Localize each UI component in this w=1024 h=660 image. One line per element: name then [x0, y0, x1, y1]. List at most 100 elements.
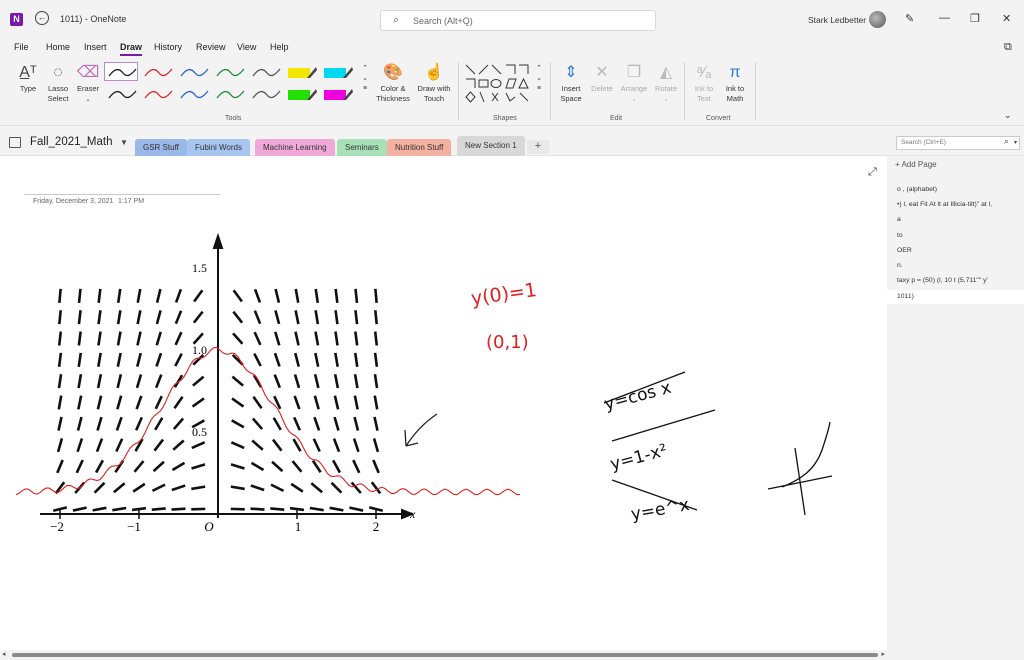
lasso-select-button[interactable]: ◌ Lasso Select [44, 62, 72, 104]
slope-segment [136, 288, 142, 303]
share-icon[interactable]: ⧉ [1004, 41, 1012, 54]
pen-swatch[interactable] [104, 62, 138, 81]
menu-history[interactable]: History [154, 42, 182, 52]
ink-to-math-button[interactable]: π Ink to Math [720, 62, 750, 104]
pen-swatch[interactable] [140, 84, 174, 103]
collapse-ribbon-chevron-icon[interactable]: ⌄ [1004, 110, 1012, 121]
color-thickness-button[interactable]: 🎨 Color & Thickness [374, 62, 412, 104]
restore-icon[interactable]: ❐ [970, 12, 980, 25]
pen-swatch[interactable] [176, 84, 210, 103]
note-canvas[interactable]: Friday, December 3, 2021 1:17 PM ⤢ −2 −1… [0, 156, 887, 650]
menu-file[interactable]: File [14, 42, 29, 52]
shapes-scroll[interactable]: ⌃ ⌄ ≡ [535, 64, 543, 94]
notebook-icon[interactable] [9, 137, 21, 148]
section-tab[interactable]: Machine Learning [255, 139, 335, 156]
section-tab[interactable]: Fubini Words [187, 139, 250, 156]
crossed-out-ink: y=e^x [629, 495, 691, 525]
slope-segment [58, 310, 62, 325]
page-list-item[interactable]: taxy p = (50) (l, 10 t (5,711"" y' [897, 277, 1021, 284]
slope-segment [314, 331, 320, 346]
slope-segment [354, 288, 359, 303]
highlighter-swatch[interactable] [284, 62, 318, 81]
slope-segment [272, 417, 282, 431]
arrange-button[interactable]: ❒ Arrange ⌄ [618, 62, 650, 105]
pen-gallery-scroll[interactable]: ⌃ ⌄ ≡ [360, 64, 370, 94]
type-button[interactable]: A̲ᵀ Type [16, 62, 40, 94]
slope-segment [230, 463, 245, 470]
menu-draw[interactable]: Draw [120, 42, 143, 56]
scroll-left-icon[interactable]: ◂ [2, 650, 6, 658]
initial-condition-ink: y(0)=1 [470, 279, 539, 310]
slope-segment [136, 310, 142, 325]
section-tab[interactable]: GSR Stuff [135, 139, 187, 156]
pen-swatch[interactable] [212, 62, 246, 81]
delete-button[interactable]: ✕ Delete [588, 62, 616, 94]
slope-segment [76, 416, 83, 431]
add-section-button[interactable]: + [527, 140, 549, 154]
pen-swatch[interactable] [248, 84, 282, 103]
slope-segment [332, 438, 341, 453]
draw-with-touch-button[interactable]: ☝ Draw with Touch [414, 62, 454, 104]
slope-segment [374, 288, 378, 303]
menu-insert[interactable]: Insert [84, 42, 107, 52]
menu-review[interactable]: Review [196, 42, 226, 52]
add-page-button[interactable]: + Add Page [895, 160, 937, 169]
pen-swatch[interactable] [248, 62, 282, 81]
pen-gallery [104, 62, 370, 106]
sketch-graph-ink [767, 421, 833, 516]
page-list-item[interactable]: •) l, eat Fit At lt at Illicia-tilt)" at… [897, 201, 1021, 208]
user-name[interactable]: Stark Ledbetter [808, 15, 866, 25]
highlighter-swatch[interactable] [320, 84, 354, 103]
search-input[interactable]: ⌕ Search (Alt+Q) [380, 10, 656, 31]
pen-swatch[interactable] [140, 62, 174, 81]
slope-segment [333, 416, 340, 431]
slope-segment [270, 507, 285, 512]
pen-swatch[interactable] [212, 84, 246, 103]
slope-segment [77, 395, 83, 410]
highlighter-swatch[interactable] [320, 62, 354, 81]
eraser-button[interactable]: ⌫ Eraser ⌄ [75, 62, 101, 105]
close-icon[interactable]: ✕ [1002, 12, 1011, 25]
menu-home[interactable]: Home [46, 42, 70, 52]
minimize-icon[interactable]: — [939, 12, 950, 24]
scroll-right-icon[interactable]: ▸ [881, 650, 885, 658]
slope-segment [77, 374, 83, 389]
page-list-item[interactable]: OER [897, 247, 1021, 254]
pen-swatch[interactable] [104, 84, 138, 103]
pen-swatch[interactable] [176, 62, 210, 81]
horizontal-scrollbar[interactable]: ◂ ▸ [0, 650, 887, 660]
page-list-item[interactable]: a [897, 216, 1021, 223]
page-list-item[interactable]: 1011) [887, 290, 1024, 304]
slope-segment [72, 506, 87, 512]
ink-to-text-button[interactable]: ᵃ⁄ₐ Ink to Text [690, 62, 718, 104]
rotate-button[interactable]: ◭ Rotate ⌄ [652, 62, 680, 105]
shapes-icons[interactable] [462, 62, 544, 106]
slope-segment [334, 310, 339, 325]
delete-x-icon: ✕ [595, 64, 609, 81]
notebook-name[interactable]: Fall_2021_Math [30, 136, 112, 148]
page-list-item[interactable]: n. [897, 262, 1021, 269]
menu-help[interactable]: Help [270, 42, 289, 52]
slope-segment [231, 419, 245, 429]
scrollbar-thumb[interactable] [12, 653, 878, 657]
page-list-item[interactable]: to [897, 232, 1021, 239]
slope-segment [56, 438, 64, 453]
pen-icon[interactable]: ✎ [905, 12, 914, 25]
page-search-input[interactable]: Search (Ctrl+E) ⌕ ▾ [896, 136, 1020, 150]
slope-segment [349, 506, 364, 512]
chevron-down-icon[interactable]: ▼ [120, 138, 128, 147]
back-arrow-icon[interactable]: ← [35, 11, 49, 25]
menu-view[interactable]: View [237, 42, 256, 52]
ribbon-separator [458, 62, 459, 120]
slope-segment [155, 288, 162, 303]
search-icon: ⌕ [393, 14, 400, 26]
page-list-item[interactable]: o , (alphabet) [897, 186, 1021, 193]
highlighter-swatch[interactable] [284, 84, 318, 103]
avatar[interactable] [869, 11, 886, 28]
slope-segment [57, 374, 63, 389]
insert-space-button[interactable]: ⇕ Insert Space [556, 62, 586, 104]
section-tab[interactable]: New Section 1 [457, 136, 525, 156]
slope-segment [309, 506, 324, 512]
section-tab[interactable]: Nutrition Stuff [387, 139, 452, 156]
section-tab[interactable]: Seminars [337, 139, 387, 156]
